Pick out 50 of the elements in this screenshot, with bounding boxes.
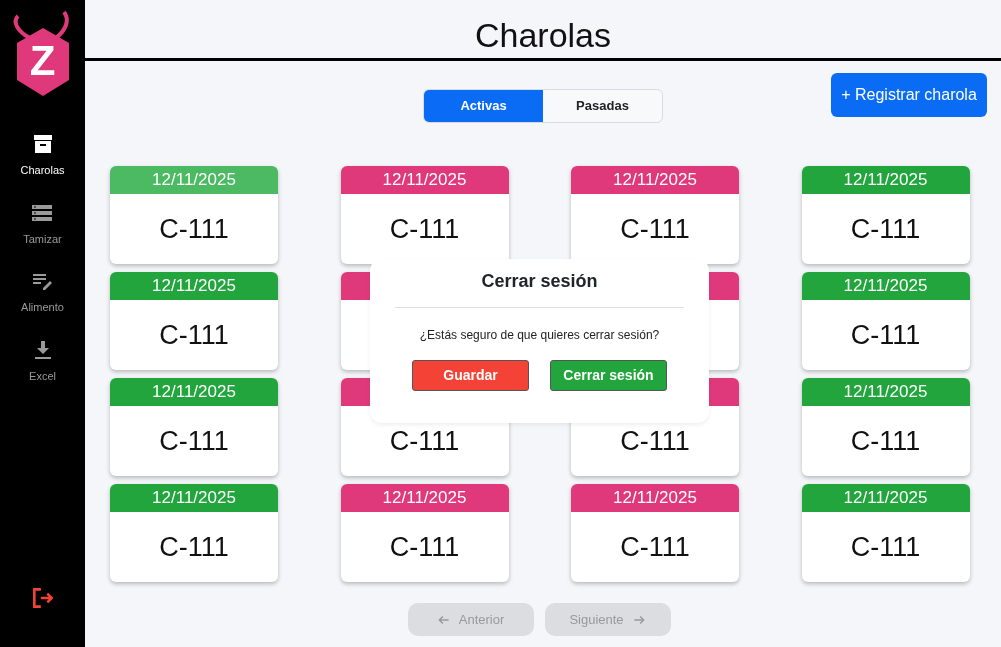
sidebar-item[interactable]: Charolas <box>20 132 65 179</box>
tray-card[interactable]: 12/11/2025 C-111 <box>801 484 970 582</box>
tray-card[interactable]: 12/11/2025 C-111 <box>571 166 739 264</box>
date-label: 12/11/2025 <box>382 488 467 507</box>
sidebar-item[interactable]: Tamizar <box>23 200 62 247</box>
dialog-title: Cerrar sesión <box>480 270 599 293</box>
tray-card[interactable]: 12/11/2025 C-111 <box>801 272 970 370</box>
tray-code: C-111 <box>620 212 690 246</box>
date-label: 12/11/2025 <box>613 170 697 189</box>
date-label: 12/11/2025 <box>843 382 928 401</box>
date-label: 12/11/2025 <box>152 488 236 507</box>
tray-card[interactable]: 12/11/2025 C-111 <box>340 484 509 582</box>
tray-card[interactable]: 12/11/2025 C-111 <box>571 484 739 582</box>
tray-card[interactable]: 12/11/2025 C-111 <box>801 378 970 476</box>
date-label: 12/11/2025 <box>843 170 928 189</box>
tray-code: C-111 <box>850 318 921 352</box>
page-title: Charolas <box>85 0 1001 61</box>
tray-code: C-111 <box>620 530 690 564</box>
date-label: 12/11/2025 <box>843 276 928 295</box>
dialog-message: ¿Estás seguro de que quieres cerrar sesión? <box>419 327 660 344</box>
tab[interactable]: Activas <box>424 90 543 122</box>
tray-code: C-111 <box>159 212 229 246</box>
tray-code: C-111 <box>620 424 690 458</box>
logo-letter: Z <box>29 42 56 80</box>
register-button[interactable]: + Registrar charola <box>831 73 987 117</box>
tray-code: C-111 <box>159 424 229 458</box>
tray-code: C-111 <box>850 530 921 564</box>
sidebar-item[interactable]: Excel <box>29 337 56 384</box>
tray-code: C-111 <box>850 212 921 246</box>
tray-code: C-111 <box>389 212 460 246</box>
save-button[interactable]: Guardar <box>412 360 529 391</box>
tray-code: C-111 <box>850 424 921 458</box>
tray-card[interactable]: 12/11/2025 C-111 <box>110 484 278 582</box>
date-label: 12/11/2025 <box>152 276 236 295</box>
tray-card[interactable]: 12/11/2025 C-111 <box>110 378 278 476</box>
date-label: 12/11/2025 <box>613 488 697 507</box>
date-label: 12/11/2025 <box>152 170 236 189</box>
tray-code: C-111 <box>389 424 460 458</box>
tray-code: C-111 <box>159 530 229 564</box>
date-label: 12/11/2025 <box>843 488 928 507</box>
tray-code: C-111 <box>159 318 229 352</box>
tray-code: C-111 <box>389 530 460 564</box>
sidebar-item[interactable]: Alimento <box>21 269 64 316</box>
tray-card[interactable]: 12/11/2025 C-111 <box>801 166 970 264</box>
tab[interactable]: Pasadas <box>543 90 662 122</box>
tray-card[interactable]: 12/11/2025 C-111 <box>110 272 278 370</box>
tray-card[interactable]: 12/11/2025 C-111 <box>340 166 509 264</box>
date-label: 12/11/2025 <box>152 382 236 401</box>
date-label: 12/11/2025 <box>382 170 467 189</box>
tray-card[interactable]: 12/11/2025 C-111 <box>110 166 278 264</box>
